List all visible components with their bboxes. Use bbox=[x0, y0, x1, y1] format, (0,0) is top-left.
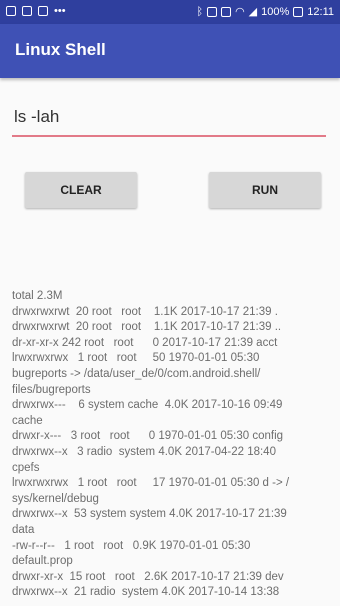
app-bar: Linux Shell bbox=[0, 24, 340, 78]
output-line: drwxrwx--x 53 system system 4.0K 2017-10… bbox=[12, 508, 287, 521]
output-line: drwxr-x--- 3 root root 0 1970-01-01 05:3… bbox=[12, 430, 284, 443]
vibrate-icon bbox=[207, 6, 218, 17]
battery-percent: 100% bbox=[261, 5, 290, 18]
output-line: drwxr-xr-x 15 root root 2.6K 2017-10-17 … bbox=[12, 570, 284, 583]
command-input[interactable] bbox=[12, 100, 326, 134]
output-line: cache bbox=[12, 414, 43, 427]
output-line: dr-xr-xr-x 242 root root 0 2017-10-17 21… bbox=[12, 336, 278, 349]
command-output[interactable]: total 2.3M drwxrwxrwt 20 root root 1.1K 2… bbox=[12, 289, 334, 606]
status-time: 12:11 bbox=[307, 5, 334, 18]
bluetooth-icon: ᛒ bbox=[196, 5, 204, 18]
output-line: bugreports -> /data/user_de/0/com.androi… bbox=[12, 367, 261, 380]
command-field[interactable] bbox=[12, 100, 326, 140]
command-input-underline bbox=[12, 135, 326, 137]
output-line: drwxrwx--x 21 radio system 4.0K 2017-10-… bbox=[12, 586, 280, 599]
output-line: drwxrwx--x 3 radio system 4.0K 2017-04-2… bbox=[12, 445, 276, 458]
chat-icon bbox=[38, 6, 48, 16]
more-icon: ••• bbox=[54, 5, 66, 17]
output-line: cpefs bbox=[12, 461, 40, 474]
nfc-icon bbox=[221, 6, 232, 17]
status-bar: ••• ᛒ ◠ ◢ 100% 12:11 bbox=[0, 0, 340, 24]
wifi-icon: ◠ bbox=[235, 6, 245, 18]
mail-icon bbox=[22, 6, 32, 16]
output-line: drwxrwxrwt 20 root root 1.1K 2017-10-17 … bbox=[12, 305, 278, 318]
output-line: lrwxrwxrwx 1 root root 17 1970-01-01 05:… bbox=[12, 477, 290, 490]
app-title: Linux Shell bbox=[15, 40, 106, 59]
output-line: drwxrwx--- 6 system cache 4.0K 2017-10-1… bbox=[12, 399, 283, 412]
output-line: files/bugreports bbox=[12, 383, 91, 396]
status-right-icons: ᛒ ◠ ◢ 100% 12:11 bbox=[196, 5, 334, 19]
output-line: data bbox=[12, 523, 35, 536]
output-line: -rw-r--r-- 1 root root 0.9K 1970-01-01 0… bbox=[12, 539, 251, 552]
run-button[interactable]: RUN bbox=[209, 172, 321, 208]
output-line: sys/kernel/debug bbox=[12, 492, 99, 505]
signal-icon: ◢ bbox=[248, 6, 258, 18]
output-line: lrwxrwxrwx 1 root root 50 1970-01-01 05:… bbox=[12, 352, 260, 365]
battery-icon bbox=[293, 6, 304, 17]
image-icon bbox=[6, 6, 16, 16]
output-line: total 2.3M bbox=[12, 290, 63, 302]
output-line: drwxrwxrwt 20 root root 1.1K 2017-10-17 … bbox=[12, 321, 282, 334]
status-left-icons: ••• bbox=[6, 5, 66, 17]
output-line: default.prop bbox=[12, 555, 73, 568]
clear-button[interactable]: CLEAR bbox=[25, 172, 137, 208]
